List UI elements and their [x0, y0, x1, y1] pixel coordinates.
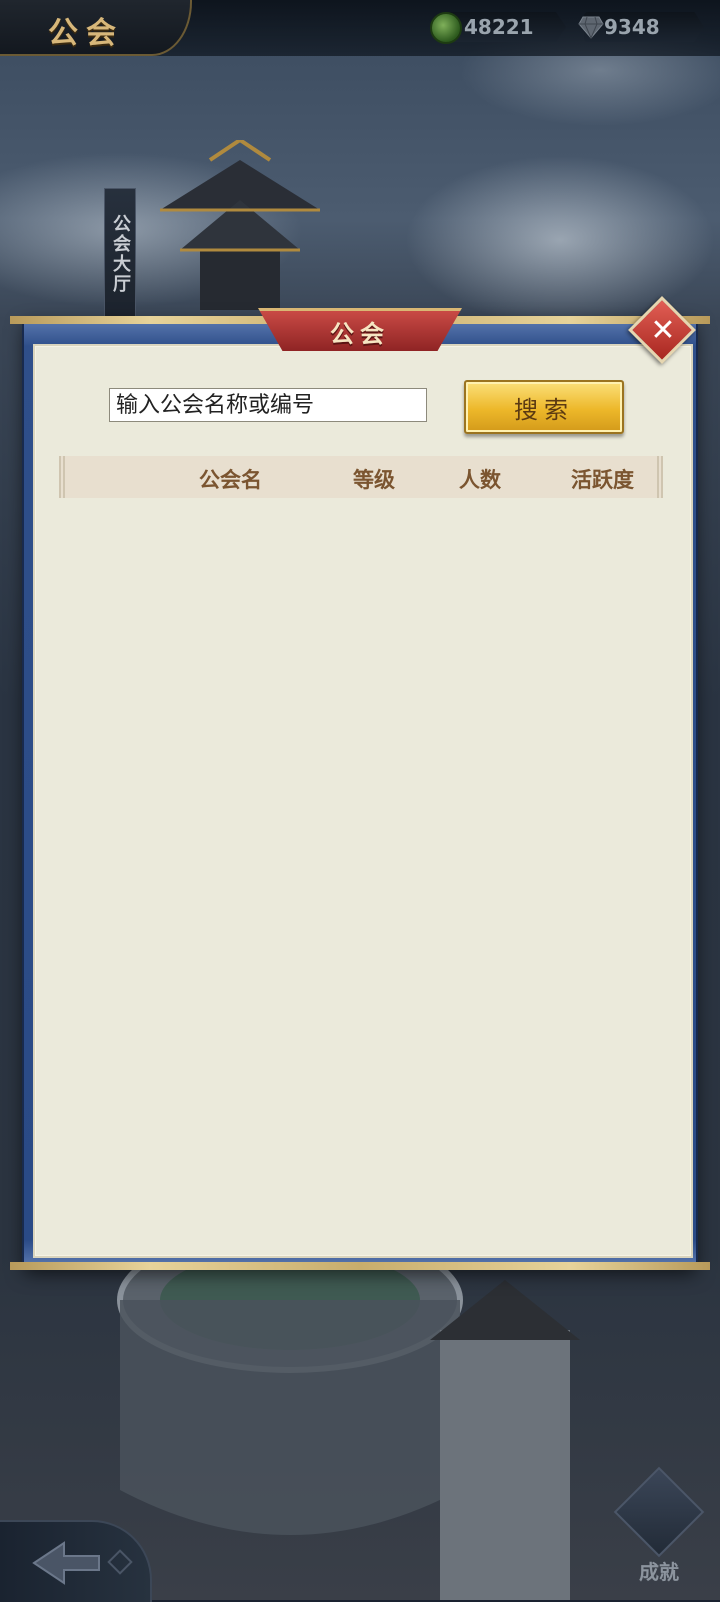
- dialog-title: 公会: [330, 320, 390, 348]
- gem-icon: [578, 16, 604, 40]
- column-header-level: 等级: [353, 468, 395, 492]
- jade-amount: 48221: [464, 15, 534, 39]
- guild-table-header: 公会名 等级 人数 活跃度: [59, 456, 663, 498]
- column-header-members: 人数: [459, 468, 501, 492]
- back-arrow-icon: [32, 1541, 133, 1585]
- column-header-activity: 活跃度: [571, 468, 634, 492]
- jade-icon: [430, 12, 462, 44]
- guild-search-input[interactable]: [109, 388, 427, 422]
- guild-list[interactable]: [59, 498, 663, 1238]
- back-button[interactable]: [0, 1520, 152, 1602]
- pagoda-building: [160, 140, 320, 310]
- search-button[interactable]: 搜索: [464, 380, 624, 434]
- arena-building: [117, 1240, 580, 1600]
- achievement-label: 成就: [639, 1560, 679, 1584]
- achievement-button[interactable]: 成就: [613, 1466, 705, 1590]
- column-header-guild-name: 公会名: [199, 468, 262, 492]
- page-title: 公会: [48, 16, 124, 51]
- achievement-icon: [613, 1466, 705, 1558]
- top-bar: 公会 48221 9348: [0, 0, 720, 56]
- guild-hall-sign[interactable]: 公会大厅: [104, 188, 136, 320]
- gem-amount: 9348: [604, 15, 660, 39]
